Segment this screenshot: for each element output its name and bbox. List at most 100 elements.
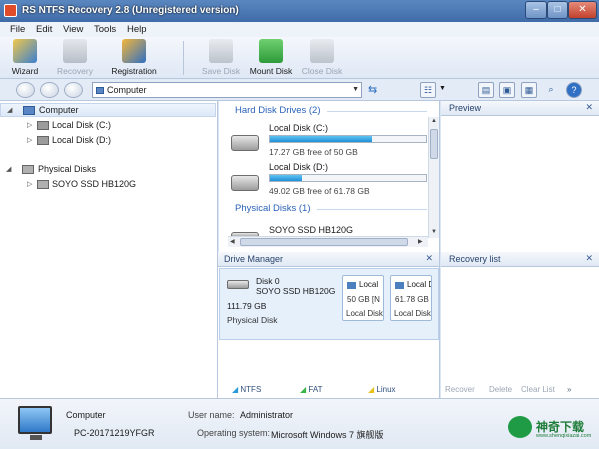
- view-mode-icon[interactable]: ☷: [420, 82, 436, 98]
- partition-d[interactable]: Local D 61.78 GB Local Disk: [390, 275, 432, 321]
- disk-c-name[interactable]: Local Disk (C:): [269, 123, 328, 133]
- registration-button[interactable]: Registration: [108, 39, 160, 76]
- save-disk-icon: [209, 39, 233, 63]
- scroll-down-icon[interactable]: ▼: [431, 229, 437, 235]
- preview-pane: Preview ✕: [441, 101, 599, 252]
- view-dropdown-icon[interactable]: ▼: [439, 85, 446, 92]
- computer-icon: [18, 406, 52, 434]
- close-icon[interactable]: ✕: [585, 102, 593, 113]
- back-button[interactable]: [16, 82, 35, 98]
- close-disk-button[interactable]: Close Disk: [300, 39, 344, 76]
- save-icon[interactable]: ▦: [521, 82, 537, 98]
- recovery-label: Recovery: [57, 66, 93, 76]
- close-icon[interactable]: ✕: [425, 253, 433, 264]
- status-pc-name: PC-20171219YFGR: [74, 428, 155, 438]
- tree-label: Local Disk (D:): [52, 135, 112, 145]
- expand-icon[interactable]: ▷: [27, 180, 32, 188]
- partition-size: 61.78 GB: [395, 295, 429, 304]
- wizard-label: Wizard: [11, 66, 39, 76]
- save-disk-button[interactable]: Save Disk: [200, 39, 242, 76]
- scroll-left-icon[interactable]: ◀: [230, 238, 235, 245]
- drive-manager: Drive Manager ✕ Disk 0 SOYO SSD HB120G 1…: [218, 252, 440, 398]
- collapse-icon[interactable]: ◢: [7, 106, 12, 114]
- status-computer-name: Computer: [66, 410, 106, 420]
- help-icon[interactable]: ?: [566, 82, 582, 98]
- close-icon[interactable]: ✕: [585, 253, 593, 264]
- disk-d-usage-fill: [270, 175, 303, 181]
- monitor-stand: [30, 435, 42, 440]
- disks-icon: [22, 165, 34, 174]
- linux-color-icon: ◢: [368, 385, 375, 394]
- delete-button[interactable]: Delete: [489, 385, 512, 394]
- ntfs-color-icon: ◢: [232, 385, 239, 394]
- tree-label: SOYO SSD HB120G: [52, 179, 137, 189]
- drives-horizontal-scrollbar[interactable]: ◀ ▶: [228, 236, 428, 247]
- maximize-button[interactable]: □: [547, 1, 568, 19]
- refresh-icon[interactable]: ⇆: [368, 83, 377, 96]
- recovery-button[interactable]: Recovery: [54, 39, 96, 76]
- disk-label: Disk 0: [256, 276, 280, 286]
- collapse-icon[interactable]: ◢: [6, 165, 11, 173]
- partition-icon: [347, 282, 356, 289]
- partition-size: 50 GB [N: [347, 295, 380, 304]
- app-icon: [4, 4, 17, 17]
- partition-c[interactable]: Local 50 GB [N Local Disk: [342, 275, 384, 321]
- address-input[interactable]: Computer ▼: [92, 82, 362, 98]
- drive-icon: [37, 180, 49, 189]
- panel-layout-icon[interactable]: ▤: [478, 82, 494, 98]
- menu-tools[interactable]: Tools: [94, 24, 116, 35]
- disk-model: SOYO SSD HB120G: [256, 286, 336, 296]
- partition-label: Local Disk: [346, 309, 383, 318]
- menu-edit[interactable]: Edit: [36, 24, 52, 35]
- expand-icon[interactable]: ▷: [27, 121, 32, 129]
- mount-disk-button[interactable]: Mount Disk: [246, 39, 296, 76]
- forward-button[interactable]: [40, 82, 59, 98]
- disk-c-usage-bar: [269, 135, 427, 143]
- disk-c-icon[interactable]: [231, 135, 259, 151]
- chevron-down-icon[interactable]: ▼: [352, 86, 359, 93]
- hdd-group-title: Hard Disk Drives (2): [235, 105, 321, 116]
- preview-toggle-icon[interactable]: ▣: [499, 82, 515, 98]
- os-value: Microsoft Windows 7 旗舰版: [271, 430, 384, 440]
- wizard-icon: [13, 39, 37, 63]
- wizard-button[interactable]: Wizard: [8, 39, 42, 76]
- recovery-list-header: Recovery list ✕: [441, 252, 599, 267]
- menu-help[interactable]: Help: [127, 24, 147, 35]
- scroll-right-icon[interactable]: ▶: [418, 238, 423, 245]
- tree-item-computer[interactable]: ◢ Computer: [0, 103, 216, 117]
- menu-file[interactable]: File: [10, 24, 25, 35]
- address-bar: Computer ▼ ⇆ ☷ ▼ ▤ ▣ ▦ ⌕ ?: [0, 79, 599, 101]
- disk-d-icon[interactable]: [231, 175, 259, 191]
- drives-vertical-scrollbar[interactable]: ▲ ▼: [428, 117, 439, 238]
- os-label: Operating system:: [197, 428, 271, 438]
- expand-icon[interactable]: ▷: [27, 136, 32, 144]
- menu-bar: File Edit View Tools Help: [0, 22, 599, 37]
- recover-button[interactable]: Recover: [445, 385, 475, 394]
- scroll-up-icon[interactable]: ▲: [431, 118, 437, 124]
- more-options-icon[interactable]: »: [567, 385, 571, 394]
- disk-d-free: 49.02 GB free of 61.78 GB: [269, 186, 370, 196]
- close-button[interactable]: ✕: [568, 1, 597, 19]
- disk-size: 111.79 GB: [227, 301, 267, 311]
- search-icon[interactable]: ⌕: [543, 82, 559, 98]
- menu-view[interactable]: View: [63, 24, 83, 35]
- scroll-thumb[interactable]: [430, 129, 438, 159]
- recovery-icon: [63, 39, 87, 63]
- disk-icon: [227, 280, 249, 289]
- drive-manager-header: Drive Manager ✕: [218, 252, 439, 267]
- legend-ntfs: ◢ NTFS: [232, 385, 261, 394]
- mount-disk-icon: [259, 39, 283, 63]
- disk-d-usage-bar: [269, 174, 427, 182]
- partition-name: Local D: [407, 280, 431, 289]
- soyo-disk-name[interactable]: SOYO SSD HB120G: [269, 225, 353, 235]
- title-bar: RS NTFS Recovery 2.8 (Unregistered versi…: [0, 0, 599, 22]
- disk-0-card[interactable]: Disk 0 SOYO SSD HB120G 111.79 GB Physica…: [219, 268, 439, 340]
- watermark-badge-icon: [508, 416, 532, 438]
- scroll-thumb[interactable]: [240, 238, 408, 246]
- up-button[interactable]: [64, 82, 83, 98]
- close-disk-label: Close Disk: [301, 66, 343, 76]
- minimize-button[interactable]: –: [525, 1, 547, 19]
- disk-d-name[interactable]: Local Disk (D:): [269, 162, 328, 172]
- clear-list-button[interactable]: Clear List: [521, 385, 555, 394]
- tree-label: Physical Disks: [38, 164, 97, 174]
